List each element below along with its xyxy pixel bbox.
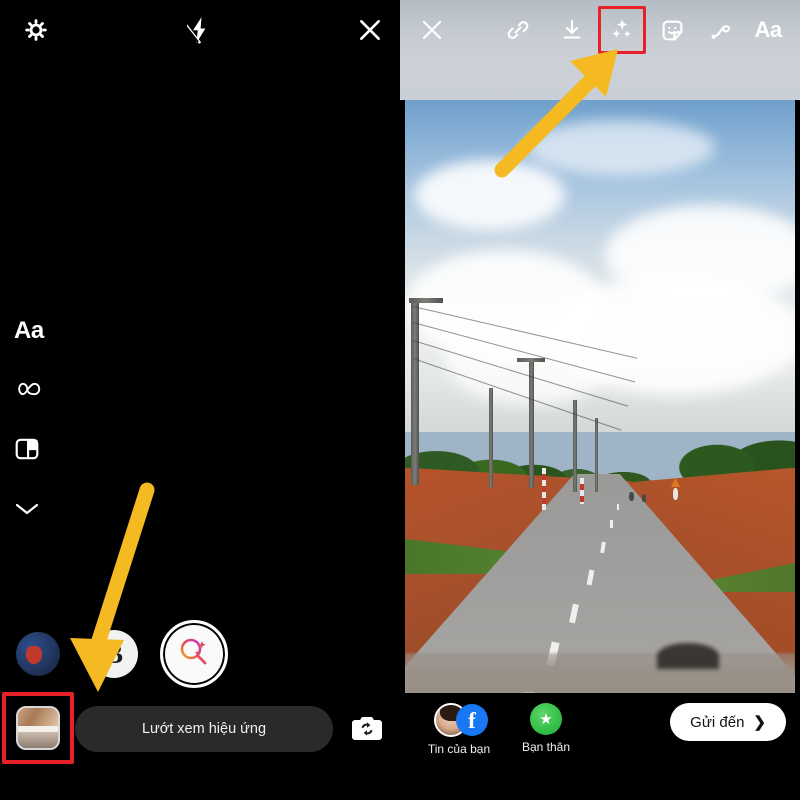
photo-cloud: [415, 160, 565, 230]
photo-rider: [629, 492, 634, 501]
chevron-right-icon: ❯: [753, 713, 766, 731]
story-photo[interactable]: [405, 100, 795, 693]
photo-utility-pole: [595, 418, 598, 492]
sparkles-icon[interactable]: [602, 10, 642, 50]
camera-panel: Aa B Lướt xem hiệu ứng: [0, 0, 400, 800]
chevron-down-icon: [14, 501, 40, 522]
sidebar-item-layout[interactable]: [14, 432, 56, 470]
photo-marker-post: [542, 468, 546, 510]
gallery-thumb-top: [18, 708, 58, 727]
close-icon[interactable]: [352, 12, 388, 48]
close-icon[interactable]: [412, 10, 452, 50]
star-icon: ★: [530, 703, 562, 735]
sidebar-item-boomerang[interactable]: [14, 372, 56, 410]
effect-avatar-icon[interactable]: [16, 632, 60, 676]
photo-lane-dash: [617, 504, 619, 510]
photo-helmet-blur: [657, 643, 719, 669]
destination-your-story[interactable]: f Tin của bạn: [414, 703, 504, 756]
destination-close-friends[interactable]: ★ Bạn thân: [510, 703, 582, 754]
draw-icon[interactable]: [702, 10, 742, 50]
avatar-group: f: [428, 703, 490, 737]
effect-browse-button[interactable]: [160, 620, 228, 688]
photo-rider: [642, 494, 646, 502]
flash-off-icon[interactable]: [182, 12, 218, 48]
effect-b-button[interactable]: B: [90, 630, 138, 678]
story-preview-band: [400, 60, 800, 100]
destination-label: Tin của bạn: [427, 742, 491, 756]
photo-utility-pole: [489, 388, 493, 488]
camera-side-tools: Aa: [14, 312, 56, 530]
letter-b-icon: B: [104, 638, 123, 669]
gallery-thumb-bottom: [18, 732, 58, 748]
sidebar-item-text[interactable]: Aa: [14, 312, 56, 350]
send-to-label: Gửi đến: [690, 713, 745, 731]
photo-utility-pole: [411, 300, 419, 485]
camera-bottom-bar: Lướt xem hiệu ứng: [0, 692, 400, 764]
destination-label: Bạn thân: [521, 740, 571, 754]
text-aa-icon: Aa: [14, 317, 44, 344]
camera-flip-icon[interactable]: [350, 714, 384, 744]
infinity-icon: [14, 380, 46, 403]
send-to-button[interactable]: Gửi đến ❯: [670, 703, 786, 741]
photo-pedestrian: [673, 488, 678, 500]
effect-browse-pill[interactable]: Lướt xem hiệu ứng: [75, 706, 333, 752]
text-aa-icon[interactable]: Aa: [748, 10, 788, 50]
story-top-bar: Aa: [400, 0, 800, 60]
photo-cloud: [525, 120, 715, 175]
effect-search-icon: [175, 633, 213, 676]
camera-top-bar: [0, 0, 400, 60]
facebook-icon: f: [456, 704, 488, 736]
photo-marker-post: [580, 478, 584, 504]
photo-utility-pole: [529, 360, 534, 488]
story-editor-panel: Aa f Tin của bạn ★ Bạn thân Gửi đến ❯: [400, 0, 800, 800]
photo-pole-crossarm: [409, 298, 443, 303]
story-text-label: Aa: [754, 17, 782, 42]
sticker-icon[interactable]: [652, 10, 692, 50]
download-icon[interactable]: [552, 10, 592, 50]
screenshot-root: Aa B Lướt xem hiệu ứng Aa f Tin của bạn …: [0, 0, 800, 800]
photo-pole-crossarm: [517, 358, 545, 362]
gallery-thumbnail-button[interactable]: [16, 706, 60, 750]
effect-pill-label: Lướt xem hiệu ứng: [141, 721, 267, 737]
sidebar-item-more[interactable]: [14, 492, 56, 530]
camera-effects-row: B: [0, 614, 400, 690]
gear-icon[interactable]: [18, 12, 54, 48]
photo-lane-dash: [610, 520, 613, 528]
photo-bottom-blur: [405, 653, 795, 693]
story-footer: f Tin của bạn ★ Bạn thân Gửi đến ❯: [400, 693, 800, 800]
layout-icon: [14, 436, 40, 467]
link-icon[interactable]: [498, 10, 538, 50]
